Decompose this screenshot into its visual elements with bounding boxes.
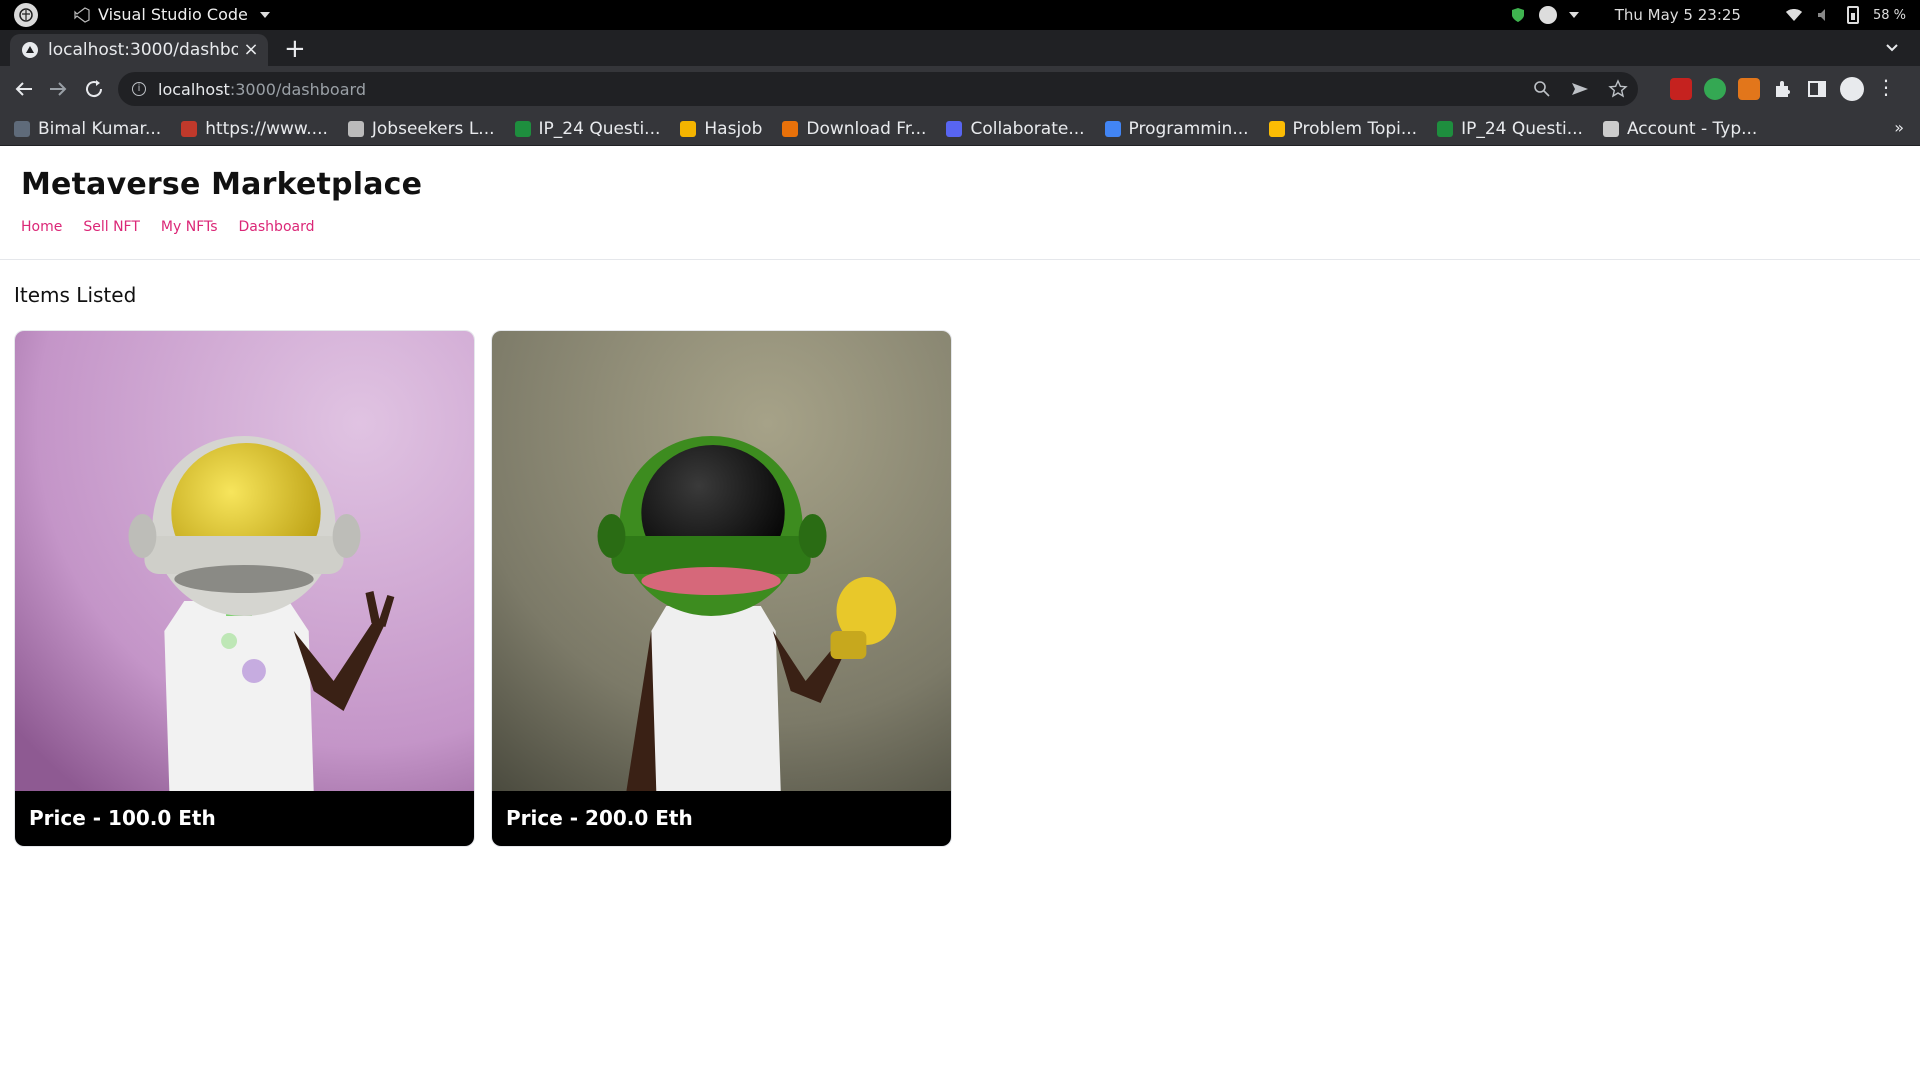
os-clock[interactable]: Thu May 5 23:25: [1615, 6, 1741, 24]
programming-icon: [1104, 120, 1121, 137]
os-active-app-menu[interactable]: Visual Studio Code: [74, 5, 270, 24]
arrow-right-icon: [50, 82, 67, 96]
accessibility-menu[interactable]: [1538, 6, 1579, 24]
bookmark-item[interactable]: Bimal Kumar...: [14, 119, 161, 139]
sheets-icon: [514, 120, 531, 137]
bookmark-label: Account - Typ...: [1626, 118, 1758, 139]
red-bird-icon: [181, 120, 198, 137]
browser-toolbar: i localhost:3000/dashboard ⋮: [0, 66, 1920, 112]
browser-tab-active[interactable]: localhost:3000/dashboard ×: [10, 34, 268, 66]
site-title: Metaverse Marketplace: [21, 167, 423, 202]
bookmark-label: Bimal Kumar...: [38, 118, 162, 139]
site-header: Metaverse Marketplace Home Sell NFT My N…: [0, 147, 1920, 260]
profile-avatar[interactable]: [1840, 77, 1864, 101]
wifi-icon[interactable]: [1785, 8, 1803, 22]
bookmark-label: IP_24 Questi...: [1461, 118, 1583, 139]
bookmark-item[interactable]: Collaborate...: [946, 118, 1085, 139]
chevron-down-icon: [1568, 12, 1579, 18]
site-info-icon[interactable]: i: [132, 82, 146, 96]
plus-extension-icon[interactable]: [1704, 78, 1726, 100]
volume-icon[interactable]: [1817, 8, 1833, 22]
bookmark-label: Jobseekers L...: [371, 118, 495, 139]
account-icon: [1602, 120, 1619, 137]
site-nav: Home Sell NFT My NFTs Dashboard: [21, 219, 336, 235]
os-app-name: Visual Studio Code: [98, 5, 248, 24]
zoom-icon[interactable]: [1532, 79, 1552, 99]
back-button[interactable]: [12, 77, 36, 101]
bookmarks-bar: Bimal Kumar... https://www.... Jobseekers …: [0, 112, 1920, 146]
bar-chart-icon: [1268, 120, 1285, 137]
battery-icon[interactable]: [1846, 6, 1859, 24]
reload-icon: [86, 80, 103, 98]
new-tab-button[interactable]: +: [284, 36, 306, 62]
bookmark-label: Programmin...: [1128, 118, 1249, 139]
bookmark-item[interactable]: https://www....: [181, 119, 328, 139]
bookmark-label: Download Fr...: [806, 118, 927, 139]
os-top-bar: Visual Studio Code Thu May 5 23:25 58 %: [0, 0, 1920, 30]
nft-image[interactable]: [15, 331, 474, 793]
star-bookmark-icon[interactable]: [1608, 79, 1628, 99]
sheets-icon: [1437, 120, 1454, 137]
bookmark-item[interactable]: Programmin...: [1104, 118, 1249, 139]
bookmark-item[interactable]: IP_24 Questi...: [1437, 119, 1583, 139]
arrow-left-icon: [15, 82, 32, 96]
url-path: :3000/dashboard: [229, 79, 366, 99]
c-icon: [946, 120, 963, 137]
nft-image[interactable]: [492, 331, 951, 793]
bookmark-item[interactable]: Hasjob: [680, 119, 762, 139]
accessibility-icon: [1538, 6, 1557, 24]
nft-card[interactable]: Price - 100.0 Eth: [14, 330, 475, 847]
tab-favicon-icon: [22, 42, 38, 58]
bookmark-label: IP_24 Questi...: [538, 118, 661, 139]
bookmark-item[interactable]: Download Fr...: [782, 119, 926, 139]
metamask-fox-icon[interactable]: [1738, 78, 1760, 100]
nft-price: Price - 200.0 Eth: [492, 791, 951, 846]
puzzle-extensions-icon[interactable]: [1772, 78, 1794, 100]
nav-link-home[interactable]: Home: [21, 219, 62, 235]
gear-icon: [347, 120, 364, 137]
youtube-extension-icon[interactable]: [1670, 78, 1692, 100]
bookmark-item[interactable]: Problem Topi...: [1268, 118, 1418, 139]
forward-button[interactable]: [46, 77, 70, 101]
nav-link-my-nfts[interactable]: My NFTs: [161, 219, 218, 235]
bookmark-item[interactable]: Jobseekers L...: [347, 118, 495, 139]
address-bar[interactable]: i localhost:3000/dashboard: [118, 72, 1638, 106]
os-logo-icon[interactable]: [14, 3, 38, 27]
shield-icon[interactable]: [1511, 7, 1525, 23]
os-status-area: Thu May 5 23:25 58 %: [1511, 0, 1906, 30]
vscode-icon: [74, 6, 90, 23]
nav-link-sell-nft[interactable]: Sell NFT: [83, 219, 140, 235]
nft-card[interactable]: Price - 200.0 Eth: [491, 330, 952, 847]
hasjob-icon: [680, 120, 697, 137]
bookmark-item[interactable]: Account - Typ...: [1602, 118, 1758, 139]
reload-button[interactable]: [82, 77, 106, 101]
browser-tab-strip: localhost:3000/dashboard × +: [0, 30, 1920, 66]
battery-percent: 58 %: [1872, 7, 1906, 23]
bookmark-label: Collaborate...: [970, 118, 1085, 139]
side-panel-icon[interactable]: [1806, 78, 1828, 100]
tab-search-chevron-icon[interactable]: [1882, 38, 1902, 58]
download-icon: [782, 120, 799, 137]
url-host: localhost: [158, 79, 230, 99]
nft-price: Price - 100.0 Eth: [15, 791, 474, 846]
bookmark-label: https://www....: [205, 118, 328, 139]
nav-link-dashboard[interactable]: Dashboard: [239, 219, 315, 235]
chevron-down-icon: [259, 11, 270, 18]
ih-icon: [14, 120, 30, 137]
web-page: Metaverse Marketplace Home Sell NFT My N…: [0, 147, 1920, 1080]
bookmark-label: Hasjob: [704, 118, 763, 139]
extensions-area: ⋮: [1670, 77, 1896, 101]
send-icon[interactable]: [1570, 79, 1590, 99]
items-listed-heading: Items Listed: [14, 283, 137, 307]
bookmark-item[interactable]: IP_24 Questi...: [514, 118, 661, 139]
tab-title: localhost:3000/dashboard: [48, 40, 238, 60]
bookmark-label: Problem Topi...: [1292, 118, 1418, 139]
bookmarks-overflow-icon[interactable]: »: [1894, 118, 1904, 137]
close-icon[interactable]: ×: [242, 41, 260, 59]
kebab-menu-icon[interactable]: ⋮: [1876, 77, 1896, 100]
